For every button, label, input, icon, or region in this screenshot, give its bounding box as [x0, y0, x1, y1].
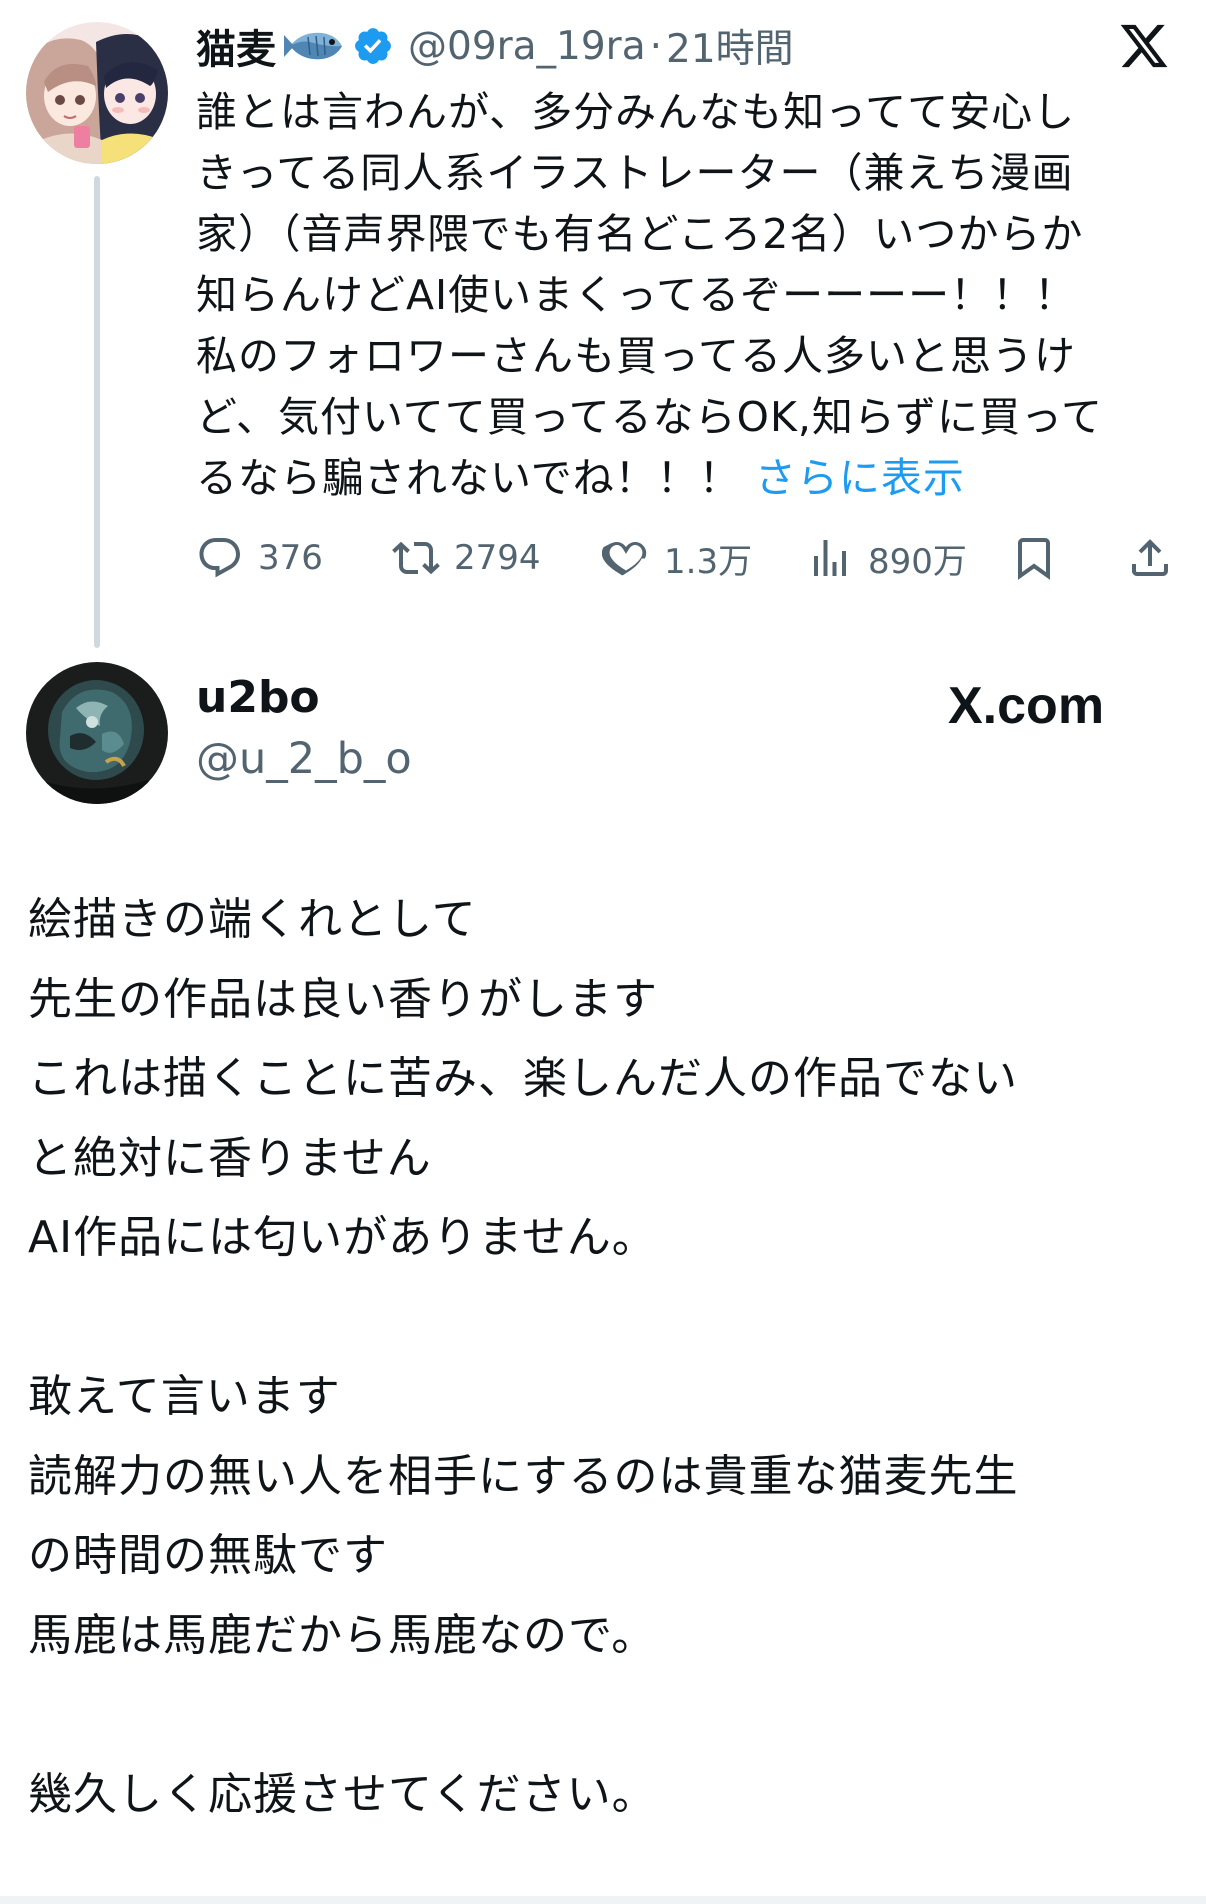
like-count: 1.3万 — [664, 541, 753, 582]
author-handle[interactable]: @09ra_19ra — [408, 24, 646, 69]
reply-text-line: の時間の無駄です — [28, 1530, 388, 1581]
tweet-header: 猫麦 @09ra_19ra · 21時間 — [196, 16, 794, 76]
reply-text-line: 馬鹿は馬鹿だから馬鹿なので。 — [28, 1609, 657, 1661]
tweet-quoted[interactable]: 猫麦 @09ra_19ra · 21時間 誰とは言わんが、多分みんなも知ってて安… — [0, 0, 1206, 650]
views-count: 890万 — [868, 541, 967, 582]
repost-button[interactable]: 2794 — [392, 528, 541, 588]
reply-text-line: これは描くことに苦み、楽しんだ人の作品でない — [28, 1053, 1018, 1104]
tweet-text-line: 家）（音声界隈でも有名どころ2名）いつからか — [196, 210, 1084, 258]
tweet-text-line: ど、気付いてて買ってるならOK,知らずに買って — [196, 393, 1103, 441]
tweet-text-line: きってる同人系イラストレーター（兼えち漫画 — [196, 149, 1074, 197]
repost-icon — [392, 541, 440, 575]
tweet-action-bar: 376 2794 1.3万 890万 — [196, 528, 1176, 588]
reply-text-line: 幾久しく応援させてください。 — [28, 1768, 657, 1820]
reply-text-line: 読解力の無い人を相手にするのは貴重な猫麦先生 — [28, 1450, 1019, 1502]
author-display-name[interactable]: 猫麦 — [196, 17, 276, 75]
xcom-brand: X.com — [948, 674, 1104, 738]
tweet-text-last-line: るなら騙されないでね！！！ さらに表示 — [196, 448, 1176, 509]
header-separator: · — [649, 23, 663, 69]
show-more-link[interactable]: さらに表示 — [755, 454, 965, 502]
tweet-timestamp[interactable]: 21時間 — [666, 18, 794, 74]
reply-text-line — [28, 1278, 1178, 1358]
reply-text-line: 敢えて言います — [28, 1371, 341, 1422]
tweet-text: 誰とは言わんが、多分みんなも知ってて安心し きってる同人系イラストレーター（兼え… — [196, 82, 1176, 509]
tweet-text-line: 知らんけどAI使いまくってるぞーーーー！！！ — [196, 271, 1077, 319]
tweet-text-line: るなら騙されないでね！！！ — [196, 454, 741, 502]
reply-author-display-name[interactable]: u2bo — [196, 672, 320, 723]
views-chart-icon — [814, 540, 846, 576]
reply-author-handle[interactable]: @u_2_b_o — [196, 734, 412, 784]
heart-icon — [602, 541, 647, 576]
tweet-text-line: 私のフォロワーさんも買ってる人多いと思うけ — [196, 332, 1076, 380]
reply-text-line: 先生の作品は良い香りがします — [28, 973, 658, 1025]
avatar[interactable] — [26, 662, 168, 804]
reply-count: 376 — [258, 538, 323, 578]
views-button[interactable]: 890万 — [806, 528, 967, 588]
x-logo-icon[interactable] — [1116, 20, 1172, 72]
share-button[interactable] — [1126, 528, 1174, 588]
thread-connector-line — [94, 176, 100, 648]
fish-emoji-icon — [284, 32, 342, 60]
tweet-text-line: 誰とは言わんが、多分みんなも知ってて安心し — [196, 88, 1076, 136]
reply-text-line — [28, 1675, 1178, 1755]
bottom-divider — [0, 1896, 1206, 1904]
reply-button[interactable]: 376 — [196, 528, 323, 588]
bookmark-icon — [1018, 538, 1050, 580]
like-button[interactable]: 1.3万 — [602, 528, 752, 588]
xcom-brand-text: X.com — [948, 677, 1105, 735]
repost-count: 2794 — [454, 538, 541, 578]
avatar[interactable] — [26, 22, 168, 164]
verified-badge-icon — [355, 28, 391, 64]
screenshot-page: 猫麦 @09ra_19ra · 21時間 誰とは言わんが、多分みんなも知ってて安… — [0, 0, 1206, 1904]
bookmark-button[interactable] — [1010, 528, 1058, 588]
avatar-abstract-icon — [26, 662, 168, 804]
reply-text-line: と絶対に香りません — [28, 1132, 432, 1184]
reply-text-line: 絵描きの端くれとして — [28, 894, 477, 945]
reply-text-line: AI作品には匂いがありません。 — [28, 1212, 657, 1263]
share-icon — [1132, 539, 1168, 576]
reply-icon — [199, 538, 240, 578]
avatar-illustration-icon — [26, 22, 168, 164]
reply-text: 絵描きの端くれとして 先生の作品は良い香りがします これは描くことに苦み、楽しん… — [28, 880, 1178, 1834]
